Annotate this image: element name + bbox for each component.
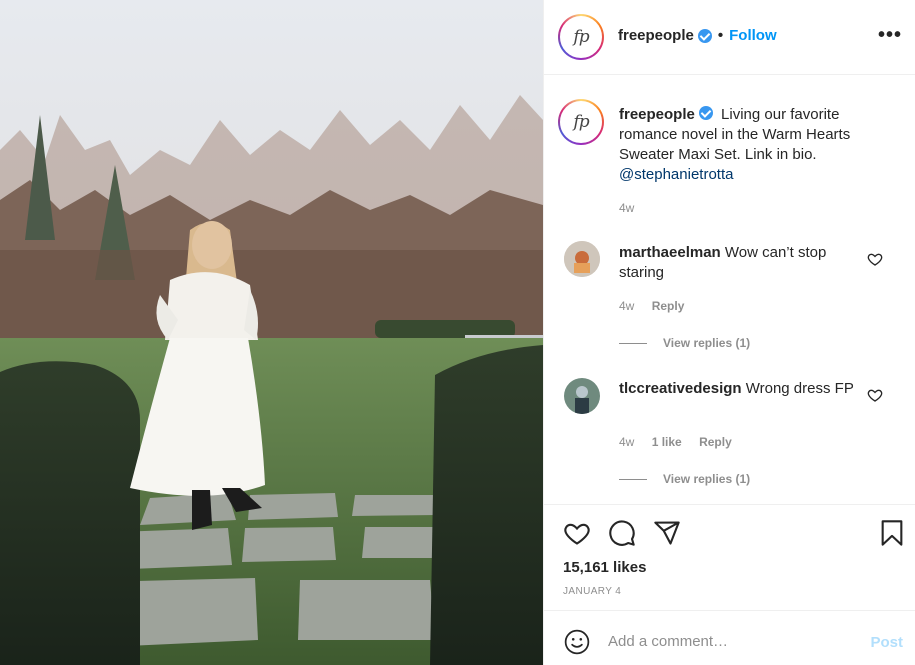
post-header: fp freepeople • Follow ••• bbox=[544, 0, 915, 75]
commenter-avatar[interactable] bbox=[564, 241, 600, 277]
caption-mention[interactable]: @stephanietrotta bbox=[619, 166, 733, 183]
view-replies-label: View replies (1) bbox=[663, 472, 751, 486]
post-date[interactable]: JANUARY 4 bbox=[563, 586, 621, 597]
view-replies-button[interactable]: View replies (1) bbox=[619, 336, 750, 350]
avatar-logo: fp bbox=[573, 27, 589, 47]
comment-input[interactable] bbox=[608, 628, 858, 654]
comment-reply-button[interactable]: Reply bbox=[652, 299, 685, 313]
comment-username[interactable]: marthaeelman bbox=[619, 244, 721, 261]
comment-body: Wrong dress FP bbox=[745, 380, 854, 397]
comment-meta: 4w 1 like Reply bbox=[619, 435, 746, 449]
comment-meta: 4w Reply bbox=[619, 299, 698, 313]
comment-text: tlccreativedesign Wrong dress FP bbox=[619, 379, 859, 399]
bookmark-icon[interactable] bbox=[878, 519, 906, 547]
avatar[interactable]: fp bbox=[558, 14, 604, 60]
heart-icon[interactable] bbox=[563, 519, 591, 547]
separator-dot: • bbox=[717, 27, 724, 44]
comment-username[interactable]: tlccreativedesign bbox=[619, 380, 742, 397]
header-username[interactable]: freepeople bbox=[618, 27, 694, 44]
comment-text: marthaeelman Wow can’t stop staring bbox=[619, 243, 859, 283]
comment-time[interactable]: 4w bbox=[619, 299, 634, 313]
like-comment-heart-icon[interactable] bbox=[867, 251, 883, 267]
verified-badge-icon bbox=[697, 28, 712, 43]
replies-divider bbox=[619, 342, 647, 344]
caption-username[interactable]: freepeople bbox=[619, 106, 695, 123]
like-comment-heart-icon[interactable] bbox=[867, 387, 883, 403]
header-user-row: freepeople • Follow bbox=[618, 27, 777, 44]
post-panel: fp freepeople • Follow ••• fp freepeople… bbox=[543, 0, 915, 665]
post-actions: 15,161 likes JANUARY 4 bbox=[544, 504, 915, 610]
caption-text: freepeople Living our favorite romance n… bbox=[619, 105, 889, 185]
view-replies-label: View replies (1) bbox=[663, 336, 751, 350]
caption-time[interactable]: 4w bbox=[619, 201, 634, 215]
commenter-avatar[interactable] bbox=[564, 378, 600, 414]
view-replies-button[interactable]: View replies (1) bbox=[619, 472, 750, 486]
emoji-icon[interactable] bbox=[564, 629, 590, 655]
replies-divider bbox=[619, 478, 647, 480]
comment-time[interactable]: 4w bbox=[619, 435, 634, 449]
more-options-icon[interactable]: ••• bbox=[878, 25, 902, 45]
follow-button[interactable]: Follow bbox=[729, 27, 777, 44]
comment-likes[interactable]: 1 like bbox=[652, 435, 682, 449]
comment-icon[interactable] bbox=[608, 519, 636, 547]
avatar-logo: fp bbox=[573, 112, 589, 132]
add-comment-bar: Post bbox=[544, 610, 915, 665]
likes-count[interactable]: 15,161 likes bbox=[563, 559, 646, 576]
share-icon[interactable] bbox=[653, 519, 681, 547]
caption-avatar[interactable]: fp bbox=[558, 99, 604, 145]
verified-badge-icon bbox=[698, 106, 713, 120]
post-comment-button[interactable]: Post bbox=[870, 634, 903, 651]
comment-reply-button[interactable]: Reply bbox=[699, 435, 732, 449]
post-photo[interactable] bbox=[0, 0, 543, 665]
